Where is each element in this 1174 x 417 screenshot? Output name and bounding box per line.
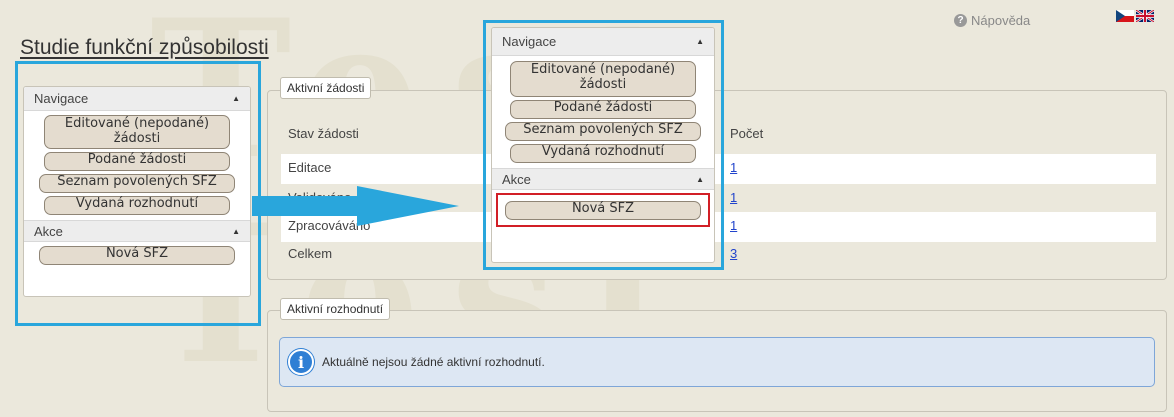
sidebar-item-edited-requests[interactable]: Editované (nepodané) žádosti (44, 115, 230, 149)
actions-section-header[interactable]: Akce ▲ (24, 220, 250, 242)
active-decisions-legend: Aktivní rozhodnutí (280, 298, 391, 320)
navigation-section-title: Navigace (34, 91, 89, 106)
collapse-caret-icon[interactable]: ▲ (696, 37, 704, 46)
column-header-count: Počet (730, 126, 764, 141)
page-title: Studie funkční způsobilosti (20, 36, 269, 59)
help-label: Nápověda (971, 13, 1031, 28)
actions-section-title: Akce (502, 171, 531, 187)
uk-flag-icon[interactable] (1136, 10, 1154, 22)
info-icon: i (288, 349, 314, 375)
help-link[interactable]: ? Nápověda (954, 13, 1030, 28)
czech-flag-icon[interactable] (1116, 10, 1134, 22)
navigation-section-header[interactable]: Navigace ▲ (492, 28, 714, 56)
count-link[interactable]: 1 (730, 154, 737, 182)
actions-section-title: Akce (34, 223, 63, 239)
collapse-caret-icon[interactable]: ▲ (696, 175, 704, 184)
info-message: Aktuálně nejsou žádné aktivní rozhodnutí… (322, 355, 545, 369)
navigation-items: Editované (nepodané) žádosti Podané žádo… (492, 56, 714, 163)
count-link[interactable]: 1 (730, 184, 737, 212)
new-sfz-highlight: Nová SFZ (496, 193, 710, 227)
sidebar-item-issued-decisions[interactable]: Vydaná rozhodnutí (44, 196, 230, 215)
navigation-items: Editované (nepodané) žádosti Podané žádo… (24, 111, 250, 215)
count-link[interactable]: 1 (730, 212, 737, 240)
sidebar-item-issued-decisions[interactable]: Vydaná rozhodnutí (510, 144, 696, 163)
sidebar-item-submitted-requests[interactable]: Podané žádosti (510, 100, 696, 119)
question-circle-icon: ? (954, 14, 967, 27)
count-link[interactable]: 3 (730, 240, 737, 268)
collapse-caret-icon[interactable]: ▲ (232, 227, 240, 236)
status-cell: Celkem (288, 246, 333, 261)
active-requests-legend: Aktivní žádosti (280, 77, 372, 99)
column-header-status: Stav žádosti (288, 126, 359, 141)
navigation-section-title: Navigace (502, 34, 557, 49)
arrow-right-icon (252, 186, 459, 226)
new-sfz-button[interactable]: Nová SFZ (39, 246, 235, 265)
sidebar-item-permitted-sfz[interactable]: Seznam povolených SFZ (505, 122, 701, 141)
sidebar-item-submitted-requests[interactable]: Podané žádosti (44, 152, 230, 171)
sidebar-item-edited-requests[interactable]: Editované (nepodané) žádosti (510, 61, 696, 97)
left-navigation-highlight: Navigace ▲ Editované (nepodané) žádosti … (15, 61, 261, 326)
zoomed-navigation-highlight: Navigace ▲ Editované (nepodané) žádosti … (483, 20, 724, 270)
language-switch (1116, 10, 1154, 22)
new-sfz-button[interactable]: Nová SFZ (505, 200, 701, 220)
action-items: Nová SFZ (24, 242, 250, 265)
zoomed-sidebar-navigation: Navigace ▲ Editované (nepodané) žádosti … (491, 27, 715, 263)
actions-section-header[interactable]: Akce ▲ (492, 168, 714, 190)
action-items: Nová SFZ (492, 190, 714, 227)
status-cell: Editace (288, 160, 332, 175)
sidebar-navigation: Navigace ▲ Editované (nepodané) žádosti … (23, 86, 251, 297)
navigation-section-header[interactable]: Navigace ▲ (24, 87, 250, 111)
collapse-caret-icon[interactable]: ▲ (232, 94, 240, 103)
info-alert: i Aktuálně nejsou žádné aktivní rozhodnu… (279, 337, 1155, 387)
sidebar-item-permitted-sfz[interactable]: Seznam povolených SFZ (39, 174, 235, 193)
